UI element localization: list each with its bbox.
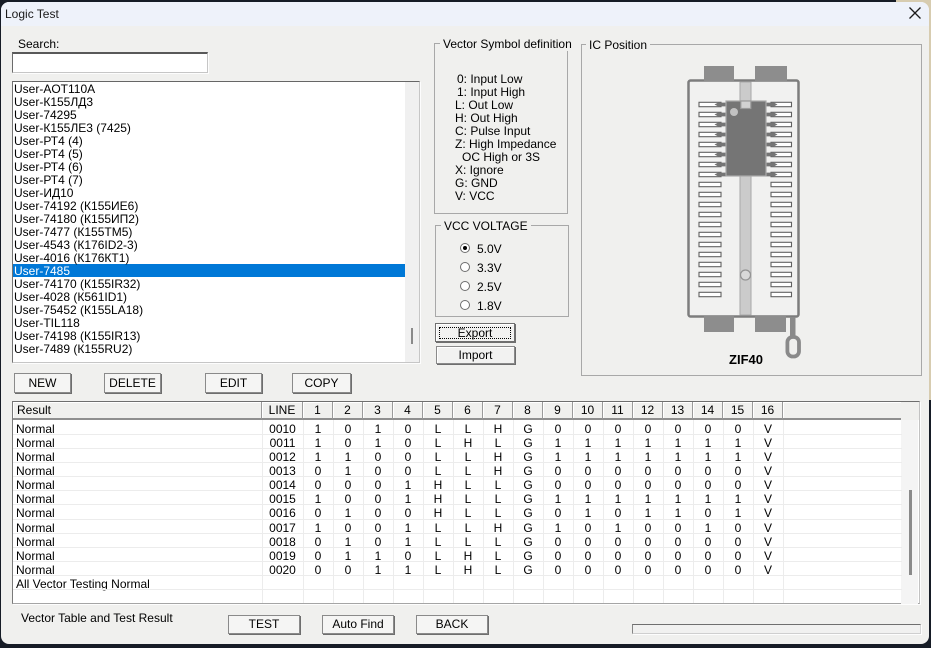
svg-text:ZIF40: ZIF40 xyxy=(729,352,763,367)
